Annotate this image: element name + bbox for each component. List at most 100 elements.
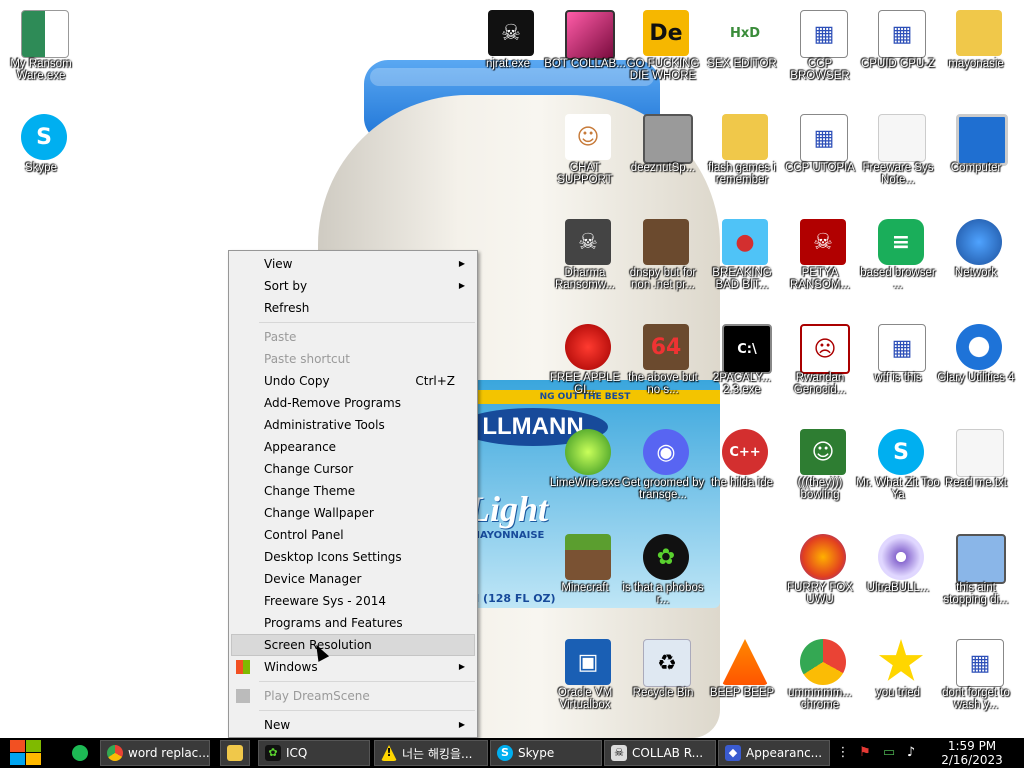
volume-icon[interactable]: ♪: [902, 742, 920, 764]
desktop-icon[interactable]: ☹ Rwandan Genocid...: [781, 324, 857, 424]
desktop-icon[interactable]: ▦ wtf is this: [859, 324, 935, 424]
desktop-icon[interactable]: ✿ is that a phobos r...: [622, 534, 704, 634]
menu-item-change-cursor[interactable]: Change Cursor: [231, 458, 475, 480]
desktop-icon[interactable]: ▦ CPUID CPU-Z: [859, 10, 935, 110]
taskbar-button[interactable]: word replac...: [100, 740, 210, 766]
desktop-icon-label: FURRY FOX UWU: [786, 582, 854, 606]
desktop-icon[interactable]: you tried: [859, 639, 935, 738]
user-folder-icon: [956, 10, 1002, 56]
wallpaper-sub: MAYONNAISE: [470, 530, 545, 541]
menu-item-sort-by[interactable]: Sort by ▶: [231, 275, 475, 297]
desktop-icon[interactable]: ☠ PETYA RANSOM...: [781, 219, 857, 319]
taskbar-pinned-spotify[interactable]: [66, 740, 94, 766]
desktop-icon[interactable]: BOT COLLAB...: [544, 10, 626, 110]
desktop-icon[interactable]: ▦ dont forget to wash y...: [937, 639, 1013, 738]
desktop-icon-label: mayonasie: [948, 58, 1004, 70]
desktop-icon[interactable]: ◉ Get groomed by transge...: [622, 429, 704, 529]
desktop-icon[interactable]: Network: [937, 219, 1013, 319]
green-chat-icon: ≡: [878, 219, 924, 265]
grass-block-icon: [565, 534, 611, 580]
desktop-icon[interactable]: ☠ Dharma Ransomw...: [546, 219, 622, 319]
folder-icon: [722, 114, 768, 160]
desktop-icon[interactable]: S Mr. What Zit Too Ya: [856, 429, 940, 529]
taskbar-button[interactable]: ☠ COLLAB R...: [604, 740, 716, 766]
desktop-icon[interactable]: 64 the above but no s...: [624, 324, 700, 424]
desktop-icon[interactable]: UltraBULL...: [859, 534, 935, 634]
taskbar-button[interactable]: ! 너는 해킹을...: [374, 740, 488, 766]
desktop-icon[interactable]: C++ the hilda ide: [703, 429, 779, 529]
menu-item-label: Control Panel: [264, 528, 344, 542]
desktop-icon[interactable]: Computer: [937, 114, 1013, 214]
desktop-icon-label: CCP UTOPIA: [785, 162, 855, 174]
menu-item-refresh[interactable]: Refresh: [231, 297, 475, 319]
desktop-icon[interactable]: ▦ CCP UTOPIA: [781, 114, 857, 214]
menu-item-label: Change Theme: [264, 484, 356, 498]
chevron-right-icon: ▶: [458, 259, 465, 268]
desktop-icon[interactable]: ▦ CCP BROWSER: [781, 10, 857, 110]
menu-item-desktop-icons-settings[interactable]: Desktop Icons Settings: [231, 546, 475, 568]
menu-item-windows[interactable]: Windows ▶: [231, 656, 475, 678]
menu-item-appearance[interactable]: Appearance: [231, 436, 475, 458]
desktop-icon[interactable]: HxD SEX EDITOR: [703, 10, 779, 110]
desktop-icon[interactable]: ♻ Recycle Bin: [624, 639, 700, 738]
desktop-icon[interactable]: flash games i remember: [703, 114, 779, 214]
desktop-icon[interactable]: this aint stopping di...: [937, 534, 1013, 634]
desktop-icon[interactable]: C:\ 2PACALY... 2.3.exe: [703, 324, 779, 424]
taskbar-button[interactable]: ◆ Appearanc...: [718, 740, 830, 766]
desktop-icon[interactable]: deeznutSp...: [624, 114, 700, 214]
recycle-bin-icon: ♻: [643, 639, 691, 687]
menu-item-control-panel[interactable]: Control Panel: [231, 524, 475, 546]
desktop-icon-label: the hilda ide: [710, 477, 774, 489]
menu-item-freeware-sys-2014[interactable]: Freeware Sys - 2014: [231, 590, 475, 612]
windows-stack-icon: [643, 114, 693, 164]
more-icon[interactable]: ⋮: [834, 742, 852, 764]
icq-flower-icon: ✿: [643, 534, 689, 580]
desktop-icon[interactable]: Minecraft: [546, 534, 622, 634]
desktop-icon[interactable]: My Ransom Ware.exe: [2, 10, 78, 110]
taskbar-button-label: Appearanc...: [746, 746, 823, 760]
desktop-icon[interactable]: ≡ based browser ...: [859, 219, 936, 319]
menu-item-undo-copy[interactable]: Undo Copy Ctrl+Z: [231, 370, 475, 392]
start-button[interactable]: [8, 740, 42, 766]
desktop-icon[interactable]: ☺ CHAT SUPPORT: [546, 114, 622, 214]
desktop-icon-label: dont forget to wash y...: [942, 687, 1010, 711]
desktop-icon[interactable]: Glary Utilities 4: [937, 324, 1015, 424]
desktop-icon-label: BREAKING BAD BIT...: [712, 267, 772, 291]
desktop-icon-label: flash games i remember: [708, 162, 776, 186]
taskbar-button[interactable]: [220, 740, 250, 766]
clock[interactable]: 1:59 PM 2/16/2023: [928, 739, 1016, 767]
menu-item-change-theme[interactable]: Change Theme: [231, 480, 475, 502]
desktop[interactable]: NG OUT THE BEST LLMANN Light MAYONNAISE …: [0, 0, 1024, 738]
desktop-icon[interactable]: ● BREAKING BAD BIT...: [703, 219, 779, 319]
desktop-icon[interactable]: mayonasie: [937, 10, 1013, 110]
desktop-icon[interactable]: FURRY FOX UWU: [781, 534, 857, 634]
desktop-icon[interactable]: Freeware Sys Note...: [859, 114, 935, 214]
red-flag-icon[interactable]: ⚑: [856, 742, 874, 764]
desktop-icon[interactable]: Read me.txt: [937, 429, 1013, 529]
desktop-icon[interactable]: ▣ Oracle VM Virtualbox: [546, 639, 622, 738]
desktop-icon[interactable]: LimeWire.exe: [546, 429, 622, 529]
desktop-icon[interactable]: FREE APPLE GI...: [546, 324, 622, 424]
taskbar-button[interactable]: S Skype: [490, 740, 602, 766]
desktop-icon[interactable]: S Skype: [2, 114, 78, 214]
menu-item-screen-resolution[interactable]: Screen Resolution: [231, 634, 475, 656]
menu-item-new[interactable]: New ▶: [231, 714, 475, 736]
desktop-icon[interactable]: dnspy but for non .net pr...: [624, 219, 700, 319]
menu-item-view[interactable]: View ▶: [231, 253, 475, 275]
desktop-icon[interactable]: ☠ njrat.exe: [469, 10, 545, 110]
desktop-icon[interactable]: BEEP BEEP: [703, 639, 779, 738]
menu-item-programs-and-features[interactable]: Programs and Features: [231, 612, 475, 634]
menu-item-administrative-tools[interactable]: Administrative Tools: [231, 414, 475, 436]
warning-icon: !: [381, 745, 397, 761]
desktop-icon[interactable]: ummmmm... chrome: [781, 639, 857, 738]
desktop-icon[interactable]: De GO FUCKING DIE WHORE: [624, 10, 700, 110]
desktop-icon-label: My Ransom Ware.exe: [10, 58, 72, 82]
menu-item-device-manager[interactable]: Device Manager: [231, 568, 475, 590]
menu-item-label: Windows: [264, 660, 318, 674]
menu-item-add-remove-programs[interactable]: Add-Remove Programs: [231, 392, 475, 414]
taskbar-button[interactable]: ✿ ICQ: [258, 740, 370, 766]
desktop-icon[interactable]: ☺ (((they))) bowling: [781, 429, 857, 529]
network-monitor-icon[interactable]: ▭: [880, 742, 898, 764]
menu-item-play-dreamscene: Play DreamScene: [231, 685, 475, 707]
menu-item-change-wallpaper[interactable]: Change Wallpaper: [231, 502, 475, 524]
